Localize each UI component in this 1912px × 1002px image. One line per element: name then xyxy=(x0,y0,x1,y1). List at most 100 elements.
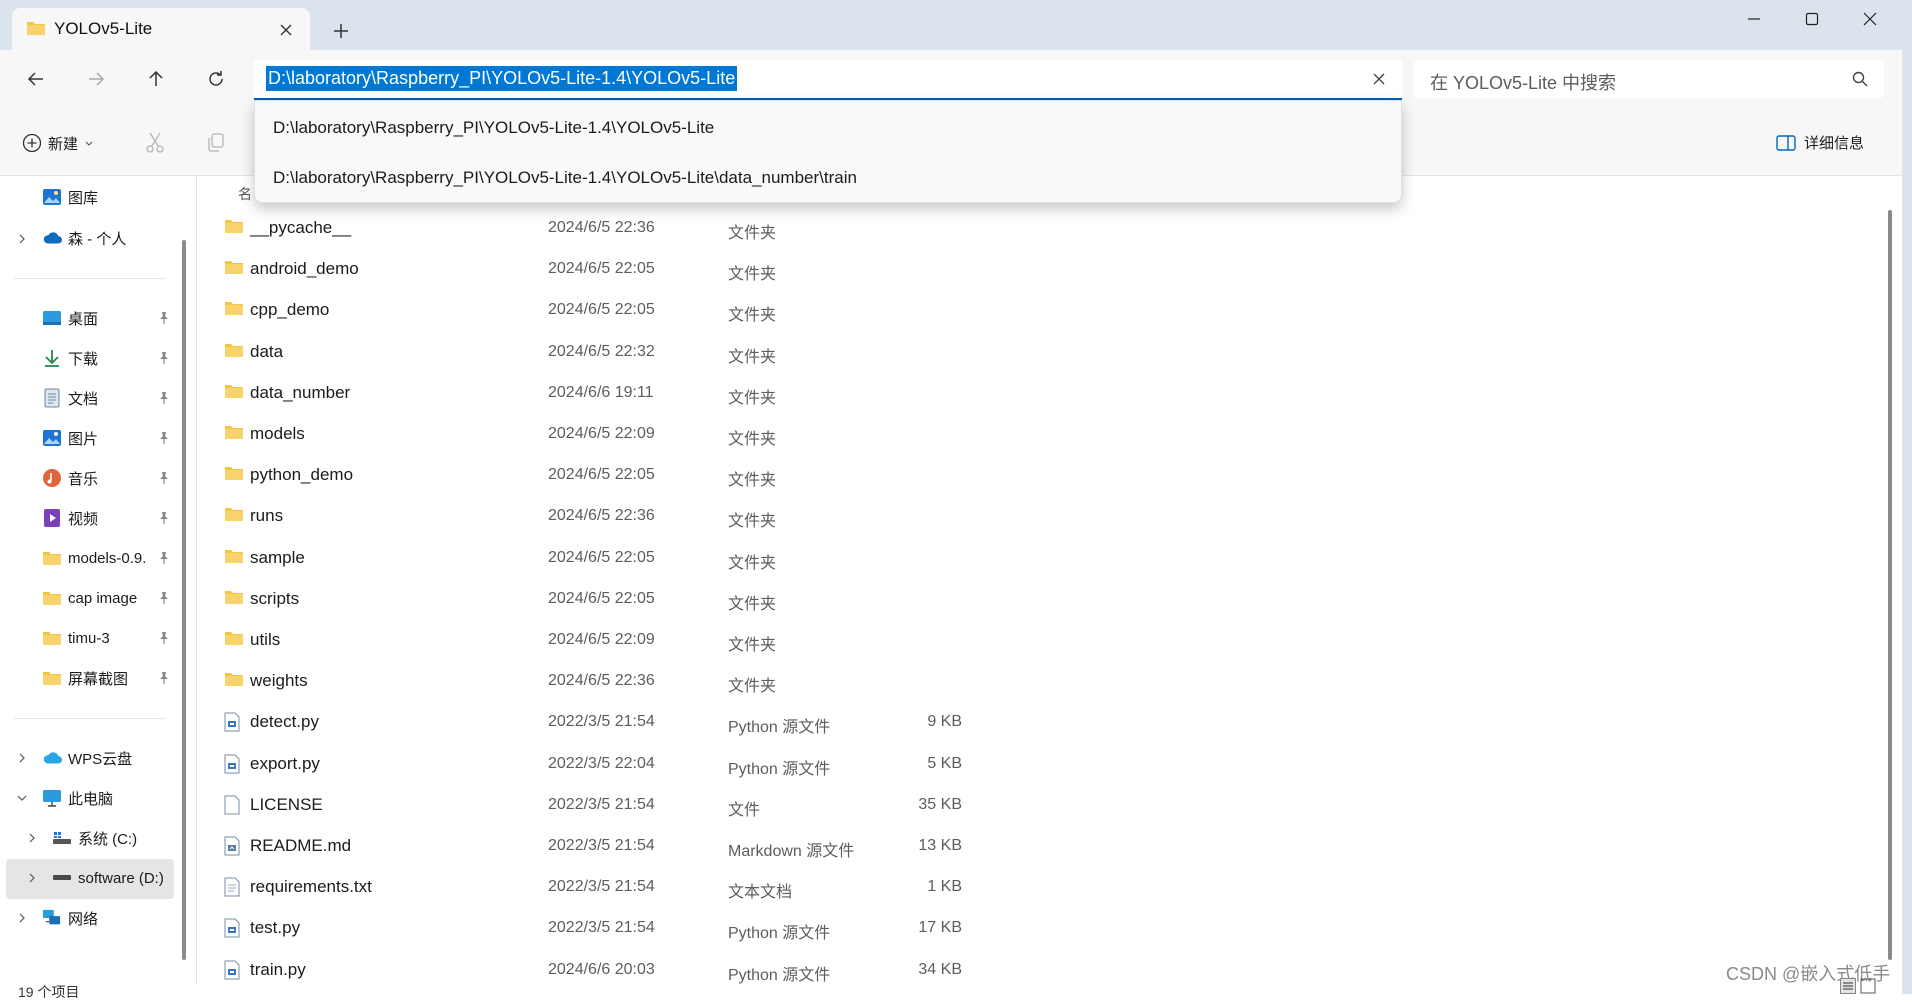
python-file-icon xyxy=(224,754,240,774)
folder-row[interactable]: weights 2024/6/5 22:36 文件夹 xyxy=(210,661,990,701)
chevron-right-icon[interactable] xyxy=(16,752,28,764)
folder-row[interactable]: utils 2024/6/5 22:09 文件夹 xyxy=(210,620,990,660)
pin-icon[interactable] xyxy=(158,431,170,445)
sidebar-item-downloads[interactable]: 下载 xyxy=(42,341,98,375)
folder-row[interactable]: data 2024/6/5 22:32 文件夹 xyxy=(210,332,990,372)
up-button[interactable] xyxy=(138,64,174,94)
folder-icon xyxy=(26,20,46,36)
chevron-down-icon xyxy=(84,138,94,148)
file-row[interactable]: test.py 2022/3/5 21:54 Python 源文件 17 KB xyxy=(210,908,990,948)
pane-divider[interactable] xyxy=(196,176,197,984)
file-row[interactable]: train.py 2024/6/6 20:03 Python 源文件 34 KB xyxy=(210,950,990,990)
folder-icon xyxy=(42,628,62,648)
sidebar-item-network[interactable]: 网络 xyxy=(42,901,98,935)
refresh-icon xyxy=(207,70,225,88)
folder-row[interactable]: __pycache__ 2024/6/5 22:36 文件夹 xyxy=(210,208,990,248)
file-row[interactable]: LICENSE 2022/3/5 21:54 文件 35 KB xyxy=(210,785,990,825)
sidebar-item-cap-image-folder[interactable]: cap image xyxy=(42,581,137,615)
folder-row[interactable]: android_demo 2024/6/5 22:05 文件夹 xyxy=(210,249,990,289)
search-input[interactable]: 在 YOLOv5-Lite 中搜索 xyxy=(1430,69,1616,95)
arrow-up-icon xyxy=(147,70,165,88)
forward-button[interactable] xyxy=(78,64,114,94)
tab-yolov5-lite[interactable]: YOLOv5-Lite xyxy=(12,8,310,50)
chevron-right-icon[interactable] xyxy=(16,233,28,245)
tiles-view-icon[interactable] xyxy=(1860,978,1876,994)
folder-row[interactable]: scripts 2024/6/5 22:05 文件夹 xyxy=(210,579,990,619)
new-tab-button[interactable] xyxy=(326,18,356,44)
file-date-modified: 2024/6/5 22:05 xyxy=(548,466,655,484)
address-input-selected-text[interactable]: D:\laboratory\Raspberry_PI\YOLOv5-Lite-1… xyxy=(266,66,738,91)
file-row[interactable]: requirements.txt 2022/3/5 21:54 文本文档 1 KB xyxy=(210,867,990,907)
sidebar-item-drive-d[interactable]: software (D:) xyxy=(52,861,164,895)
close-window-button[interactable] xyxy=(1840,0,1900,38)
file-type: Python 源文件 xyxy=(728,719,831,737)
sidebar-scrollbar[interactable] xyxy=(182,240,186,960)
sidebar-item-pictures[interactable]: 图片 xyxy=(42,421,98,455)
chevron-right-icon[interactable] xyxy=(26,872,38,884)
refresh-button[interactable] xyxy=(198,64,234,94)
pin-icon[interactable] xyxy=(158,511,170,525)
sidebar-item-onedrive[interactable]: 森 - 个人 xyxy=(42,221,126,255)
copy-icon[interactable] xyxy=(206,132,226,154)
file-size: 9 KB xyxy=(927,713,962,731)
sidebar-item-videos[interactable]: 视频 xyxy=(42,501,98,535)
folder-row[interactable]: sample 2024/6/5 22:05 文件夹 xyxy=(210,538,990,578)
file-name: python_demo xyxy=(250,465,354,485)
new-button[interactable]: 新建 xyxy=(22,128,94,158)
file-row[interactable]: README.md 2022/3/5 21:54 Markdown 源文件 13 KB xyxy=(210,826,990,866)
details-pane-button[interactable]: 详细信息 xyxy=(1776,132,1864,153)
file-row[interactable]: detect.py 2022/3/5 21:54 Python 源文件 9 KB xyxy=(210,702,990,742)
sidebar-item-drive-c[interactable]: 系统 (C:) xyxy=(52,821,137,855)
suggestion-item[interactable]: D:\laboratory\Raspberry_PI\YOLOv5-Lite-1… xyxy=(273,168,857,188)
sidebar-item-screenshots-folder[interactable]: 屏幕截图 xyxy=(42,661,128,695)
plus-circle-icon xyxy=(22,133,42,153)
clear-address-icon[interactable] xyxy=(1369,69,1389,89)
pin-icon[interactable] xyxy=(158,351,170,365)
back-button[interactable] xyxy=(18,64,54,94)
file-row[interactable]: export.py 2022/3/5 22:04 Python 源文件 5 KB xyxy=(210,744,990,784)
search-icon[interactable] xyxy=(1852,71,1868,87)
file-size: 13 KB xyxy=(918,837,962,854)
sidebar-item-music[interactable]: 音乐 xyxy=(42,461,98,495)
file-date-modified: 2024/6/5 22:05 xyxy=(548,589,655,607)
folder-row[interactable]: cpp_demo 2024/6/5 22:05 文件夹 xyxy=(210,290,990,330)
folder-row[interactable]: data_number 2024/6/6 19:11 文件夹 xyxy=(210,373,990,413)
folder-row[interactable]: models 2024/6/5 22:09 文件夹 xyxy=(210,414,990,454)
pin-icon[interactable] xyxy=(158,671,170,685)
file-type: 文件夹 xyxy=(728,389,777,407)
pin-icon[interactable] xyxy=(158,591,170,605)
sidebar-item-models-folder[interactable]: models-0.9. xyxy=(42,541,146,575)
maximize-button[interactable] xyxy=(1782,0,1842,38)
pin-icon[interactable] xyxy=(158,311,170,325)
sidebar-item-label: 系统 (C:) xyxy=(78,830,138,848)
folder-icon xyxy=(224,424,244,440)
details-view-icon[interactable] xyxy=(1840,978,1856,994)
sidebar-item-desktop[interactable]: 桌面 xyxy=(42,301,98,335)
file-type: 文件夹 xyxy=(728,513,777,531)
sidebar-item-this-pc[interactable]: 此电脑 xyxy=(42,781,113,815)
chevron-right-icon[interactable] xyxy=(26,832,38,844)
system-drive-icon xyxy=(52,828,72,848)
chevron-right-icon[interactable] xyxy=(16,912,28,924)
pin-icon[interactable] xyxy=(158,471,170,485)
pin-icon[interactable] xyxy=(158,551,170,565)
folder-row[interactable]: python_demo 2024/6/5 22:05 文件夹 xyxy=(210,455,990,495)
arrow-left-icon xyxy=(27,70,45,88)
file-date-modified: 2024/6/5 22:05 xyxy=(548,548,655,566)
chevron-down-icon[interactable] xyxy=(16,792,28,804)
column-header-name[interactable]: 名 xyxy=(238,184,252,204)
minimize-button[interactable] xyxy=(1724,0,1784,38)
file-name: README.md xyxy=(250,836,352,855)
sidebar-item-gallery[interactable]: 图库 xyxy=(42,180,98,214)
suggestion-item[interactable]: D:\laboratory\Raspberry_PI\YOLOv5-Lite-1… xyxy=(273,118,714,138)
pin-icon[interactable] xyxy=(158,631,170,645)
folder-row[interactable]: runs 2024/6/5 22:36 文件夹 xyxy=(210,496,990,536)
file-list-scrollbar[interactable] xyxy=(1888,210,1892,960)
sidebar-item-documents[interactable]: 文档 xyxy=(42,381,98,415)
pin-icon[interactable] xyxy=(158,391,170,405)
cut-icon[interactable] xyxy=(145,132,165,154)
file-date-modified: 2024/6/6 20:03 xyxy=(548,960,655,978)
sidebar-item-timu-folder[interactable]: timu-3 xyxy=(42,621,110,655)
sidebar-item-wps-cloud[interactable]: WPS云盘 xyxy=(42,741,132,775)
tab-close-icon[interactable] xyxy=(276,20,296,40)
